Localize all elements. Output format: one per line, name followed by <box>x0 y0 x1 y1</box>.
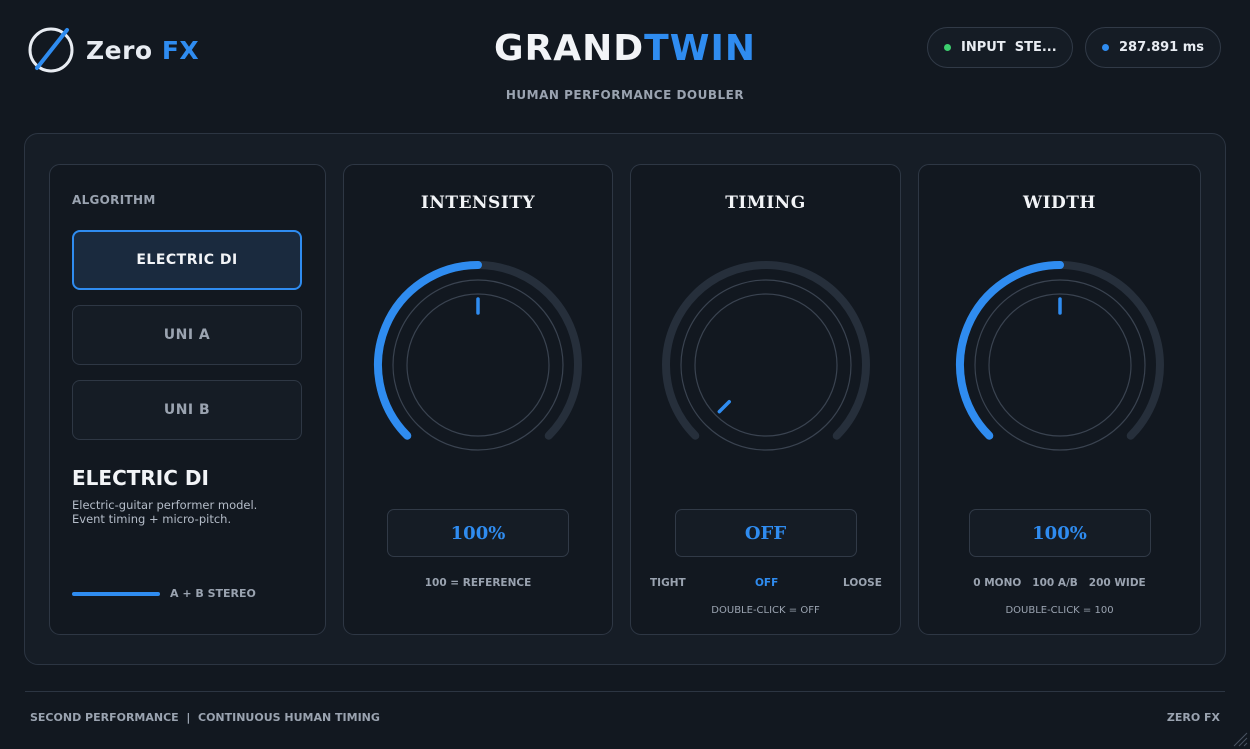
algorithm-heading: ALGORITHM <box>72 193 156 207</box>
latency-pill: 287.891 ms <box>1085 27 1221 68</box>
timing-hint: DOUBLE-CLICK = OFF <box>711 605 820 616</box>
algorithm-description-line2: Event timing + micro-pitch. <box>72 511 232 526</box>
width-hint: DOUBLE-CLICK = 100 <box>1005 605 1114 616</box>
timing-scale-off: OFF <box>755 577 779 589</box>
width-knob[interactable] <box>945 250 1175 480</box>
width-knob-body <box>987 293 1132 437</box>
timing-scale-tight: TIGHT <box>650 577 686 589</box>
algorithm-description: Electric-guitar performer model. Event t… <box>72 498 307 526</box>
width-card: WIDTH 100% 0 MONO 100 A/B 200 WIDE DOUBL… <box>918 164 1201 635</box>
algorithm-option-uni-b[interactable]: UNI B <box>72 380 302 440</box>
intensity-title: INTENSITY <box>420 193 536 213</box>
plugin-title-part1: GRAND <box>494 28 645 69</box>
latency-label: 287.891 ms <box>1119 40 1205 55</box>
timing-knob[interactable] <box>651 250 881 480</box>
timing-card: TIMING OFF TIGHT OFF LOOSE DOUBLE-CLICK … <box>630 164 901 635</box>
intensity-knob[interactable] <box>363 250 593 480</box>
intensity-knob-body <box>406 293 550 437</box>
plugin-subtitle: HUMAN PERFORMANCE DOUBLER <box>505 88 745 102</box>
algorithm-description-line1: Electric-guitar performer model. <box>72 498 258 512</box>
algorithm-title: ELECTRIC DI <box>72 466 209 490</box>
algorithm-option-uni-a[interactable]: UNI A <box>72 305 302 365</box>
input-mode-label: INPUT STE... <box>961 40 1057 55</box>
footer-divider <box>25 691 1225 692</box>
input-status-dot-icon <box>944 44 951 51</box>
stereo-mode-label: A + B STEREO <box>170 587 256 600</box>
timing-knob-body <box>693 293 838 437</box>
timing-title: TIMING <box>725 193 806 213</box>
latency-dot-icon <box>1102 44 1109 51</box>
intensity-value[interactable]: 100% <box>387 509 569 557</box>
footer-tagline: SECOND PERFORMANCE | CONTINUOUS HUMAN TI… <box>30 711 380 724</box>
input-mode-pill[interactable]: INPUT STE... <box>927 27 1073 68</box>
width-value[interactable]: 100% <box>968 509 1151 557</box>
timing-scale-loose: LOOSE <box>843 577 882 589</box>
algorithm-card: ALGORITHM ELECTRIC DI UNI A UNI B ELECTR… <box>49 164 326 635</box>
footer-brand: ZERO FX <box>1166 711 1220 724</box>
intensity-card: INTENSITY 100% 100 = REFERENCE <box>343 164 613 635</box>
width-scale: 0 MONO 100 A/B 200 WIDE <box>973 577 1146 589</box>
intensity-hint: 100 = REFERENCE <box>424 577 532 589</box>
width-title: WIDTH <box>1023 193 1096 213</box>
stereo-mode-indicator <box>72 592 160 596</box>
algorithm-option-electric-di[interactable]: ELECTRIC DI <box>72 230 302 290</box>
resize-grip-icon[interactable] <box>1230 729 1248 747</box>
plugin-title-part2: TWIN <box>644 28 756 69</box>
timing-value[interactable]: OFF <box>674 509 857 557</box>
